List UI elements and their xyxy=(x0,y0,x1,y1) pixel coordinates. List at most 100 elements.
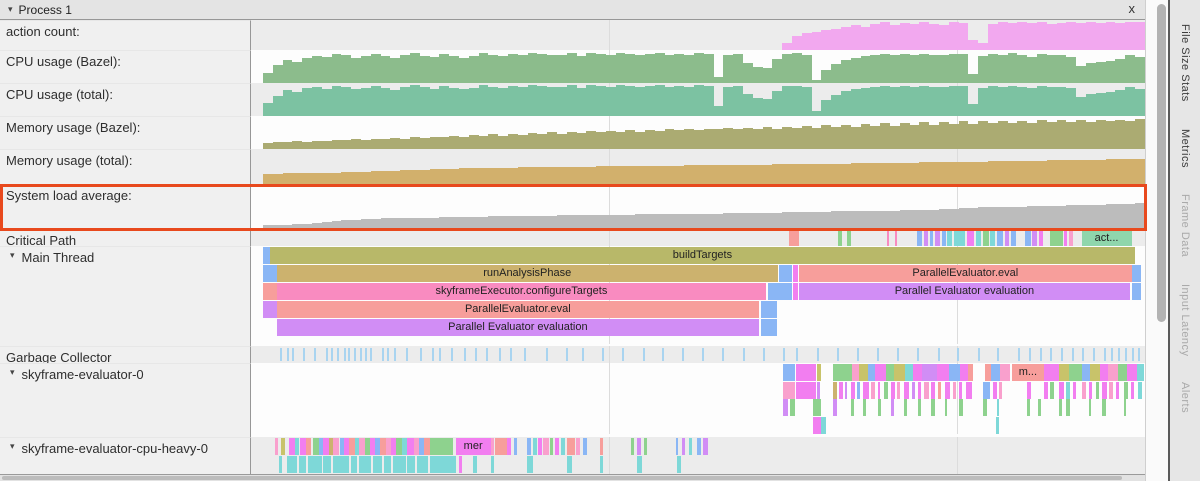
counter-bar xyxy=(684,129,694,149)
counter-bar xyxy=(998,161,1008,184)
counter-bar xyxy=(263,174,273,184)
counter-chart xyxy=(251,150,1145,184)
counter-bar xyxy=(596,54,606,83)
track-label-skyframe-evaluator-cpu-heavy-0[interactable]: ▾skyframe-evaluator-cpu-heavy-0 xyxy=(0,437,251,474)
track-label-critical-path[interactable]: Critical Path xyxy=(0,229,251,246)
slice-skyframeExecutor-configureTargets[interactable]: skyframeExecutor.configureTargets xyxy=(277,283,766,300)
slice xyxy=(833,364,852,381)
counter-bar xyxy=(1106,204,1116,229)
gc-tick-slice xyxy=(1138,348,1140,361)
counter-bar xyxy=(1017,87,1027,116)
track-canvas-garbage-collector[interactable] xyxy=(251,346,1145,363)
track-label-text: Main Thread xyxy=(22,250,95,265)
horizontal-scrollbar[interactable] xyxy=(0,474,1145,481)
collapse-triangle-icon[interactable]: ▾ xyxy=(8,4,13,15)
track-label-action-count[interactable]: action count: xyxy=(0,20,251,50)
counter-bar xyxy=(782,86,792,116)
counter-bar xyxy=(606,131,616,149)
collapse-triangle-icon[interactable]: ▾ xyxy=(10,441,15,452)
slice-Parallel-Evaluator-evaluation[interactable]: Parallel Evaluator evaluation xyxy=(799,283,1130,300)
track-canvas-critical-path[interactable]: act... xyxy=(251,229,1145,246)
counter-bar xyxy=(959,54,969,83)
track-canvas-memory-usage-total[interactable] xyxy=(251,149,1145,184)
tab-alerts[interactable]: Alerts xyxy=(1179,382,1191,413)
vertical-scrollbar[interactable] xyxy=(1145,0,1168,481)
counter-bar xyxy=(302,88,312,116)
slice xyxy=(1069,230,1073,246)
counter-bar xyxy=(831,29,841,50)
slice-ParallelEvaluator-eval[interactable]: ParallelEvaluator.eval xyxy=(277,301,759,318)
slice xyxy=(924,382,928,399)
vertical-scrollbar-thumb[interactable] xyxy=(1157,4,1166,322)
track-canvas-main-thread[interactable]: buildTargetsrunAnalysisPhase ParallelEval… xyxy=(251,246,1145,344)
counter-bar xyxy=(694,214,704,229)
counter-bar xyxy=(919,54,929,83)
tab-input-latency[interactable]: Input Latency xyxy=(1179,284,1191,357)
counter-bar xyxy=(910,87,920,116)
slice xyxy=(275,438,278,455)
slice-mer[interactable]: mer xyxy=(456,438,491,455)
counter-bar xyxy=(802,212,812,229)
close-icon[interactable]: x xyxy=(1129,1,1136,16)
counter-bar xyxy=(1106,61,1116,83)
slice-buildTargets[interactable]: buildTargets xyxy=(270,247,1135,264)
counter-bar xyxy=(410,170,420,184)
horizontal-scrollbar-thumb[interactable] xyxy=(2,476,1122,480)
tab-metrics[interactable]: Metrics xyxy=(1179,129,1191,168)
gridline xyxy=(609,437,610,474)
slice-runAnalysisPhase[interactable]: runAnalysisPhase xyxy=(277,265,778,282)
track-canvas-skyframe-evaluator-0[interactable]: m... xyxy=(251,363,1145,434)
slice-ParallelEvaluator-eval[interactable]: ParallelEvaluator.eval xyxy=(799,265,1132,282)
counter-bar xyxy=(949,22,959,50)
track-canvas-memory-usage-bazel[interactable] xyxy=(251,116,1145,149)
slice xyxy=(263,301,277,318)
track-label-cpu-usage-total[interactable]: CPU usage (total): xyxy=(0,83,251,116)
slice-act-[interactable]: act... xyxy=(1082,230,1132,246)
counter-bar xyxy=(400,139,410,149)
gc-tick-slice xyxy=(394,348,396,361)
counter-bar xyxy=(625,54,635,83)
counter-bar xyxy=(743,165,753,184)
track-label-main-thread[interactable]: ▾ Main Thread xyxy=(0,246,251,344)
track-label-system-load-average[interactable]: System load average: xyxy=(0,184,251,229)
counter-bar xyxy=(841,164,851,184)
track-canvas-skyframe-evaluator-cpu-heavy-0[interactable]: mer xyxy=(251,437,1145,474)
track-canvas-action-count[interactable] xyxy=(251,20,1145,50)
counter-bar xyxy=(870,126,880,149)
slice xyxy=(945,382,950,399)
counter-bar xyxy=(410,85,420,116)
gc-tick-slice xyxy=(314,348,316,361)
counter-bar xyxy=(498,136,508,149)
counter-bar xyxy=(557,167,567,184)
right-tab-strip: File Size Stats Metrics Frame Data Input La… xyxy=(1168,0,1200,481)
track-label-memory-usage-total[interactable]: Memory usage (total): xyxy=(0,149,251,184)
counter-bar xyxy=(723,165,733,184)
tab-frame-data[interactable]: Frame Data xyxy=(1179,194,1191,257)
track-action-count: action count: xyxy=(0,20,1145,50)
track-label-cpu-usage-bazel[interactable]: CPU usage (Bazel): xyxy=(0,50,251,83)
counter-bar xyxy=(665,214,675,229)
counter-bar xyxy=(939,87,949,116)
collapse-triangle-icon[interactable]: ▾ xyxy=(10,250,15,261)
track-label-memory-usage-bazel[interactable]: Memory usage (Bazel): xyxy=(0,116,251,149)
process-header[interactable]: ▾ Process 1 x xyxy=(0,0,1145,20)
track-canvas-system-load-average[interactable] xyxy=(251,184,1145,229)
slice xyxy=(1032,230,1036,246)
track-canvas-cpu-usage-total[interactable] xyxy=(251,83,1145,116)
slice-Parallel-Evaluator-evaluation[interactable]: Parallel Evaluator evaluation xyxy=(277,319,759,336)
track-label-garbage-collector[interactable]: Garbage Collector xyxy=(0,346,251,363)
slice-m-[interactable]: m... xyxy=(1012,364,1044,381)
counter-bar xyxy=(939,209,949,229)
counter-bar xyxy=(861,27,871,50)
counter-bar xyxy=(1115,23,1125,50)
collapse-triangle-icon[interactable]: ▾ xyxy=(10,367,15,378)
slice xyxy=(1132,265,1140,282)
counter-bar xyxy=(498,88,508,116)
slice xyxy=(821,417,825,434)
counter-bar xyxy=(1008,123,1018,149)
tab-file-size-stats[interactable]: File Size Stats xyxy=(1179,24,1191,102)
track-canvas-cpu-usage-bazel[interactable] xyxy=(251,50,1145,83)
counter-bar xyxy=(704,165,714,184)
counter-bar xyxy=(1076,97,1086,116)
track-label-skyframe-evaluator-0[interactable]: ▾skyframe-evaluator-0 xyxy=(0,363,251,434)
